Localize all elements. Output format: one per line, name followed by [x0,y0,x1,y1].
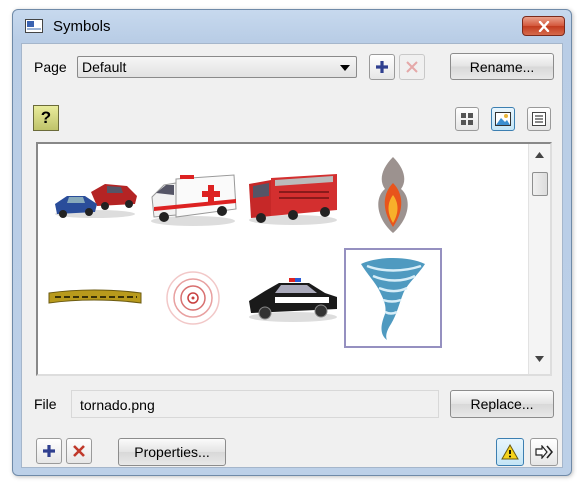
symbol-partial-2[interactable] [144,350,242,374]
thumbnail-view-icon [495,112,511,126]
grid-view-icon [461,113,473,125]
tornado-icon [361,258,425,340]
page-select[interactable]: Default [77,56,357,78]
help-button[interactable]: ? [33,105,59,131]
chevron-down-icon [340,65,350,71]
delete-page-button[interactable] [399,54,425,80]
fire-icon [378,157,408,233]
list-view-icon [532,112,546,126]
rename-label: Rename... [469,58,535,75]
window-title: Symbols [53,18,111,35]
window-icon [25,19,43,33]
police-car-icon [249,278,337,322]
forward-icon [535,445,553,459]
symbol-police-car[interactable] [244,248,342,348]
close-icon [538,20,549,32]
list-view-button[interactable] [527,107,551,131]
symbol-tornado[interactable] [344,248,442,348]
title-bar: Symbols [13,10,571,42]
add-symbol-button[interactable] [36,438,62,464]
replace-button[interactable]: Replace... [450,390,554,418]
warning-icon [501,444,519,460]
delete-symbol-button[interactable] [66,438,92,464]
vertical-scrollbar[interactable] [528,144,550,374]
page-select-value: Default [82,59,127,75]
symbol-gallery[interactable] [36,142,552,376]
caution-tape-icon [48,289,142,304]
x-icon [73,445,85,457]
warning-toggle-button[interactable] [496,438,524,466]
symbol-fire[interactable] [344,146,442,246]
close-button[interactable] [522,16,565,36]
thumbnail-view-button[interactable] [491,107,515,131]
symbol-fire-truck[interactable] [244,146,342,246]
symbol-ambulance[interactable] [144,146,242,246]
symbols-window: Symbols Page Default Rename... ? File to… [12,9,572,476]
symbol-radio-signal[interactable] [144,248,242,348]
scroll-up-icon[interactable] [535,152,544,158]
fire-truck-icon [249,174,337,225]
file-name-field: tornado.png [71,390,439,418]
add-page-button[interactable] [369,54,395,80]
crashed-cars-icon [55,184,137,218]
grid-view-button[interactable] [455,107,479,131]
rename-button[interactable]: Rename... [450,53,554,80]
scrollbar-thumb[interactable] [532,172,548,196]
file-label: File [34,396,57,412]
page-label: Page [34,59,67,75]
symbol-caution-tape[interactable] [46,248,144,348]
scroll-down-icon[interactable] [535,356,544,362]
plus-icon [43,445,55,457]
forward-button[interactable] [530,438,558,466]
radio-signal-icon [166,271,220,325]
replace-label: Replace... [470,396,534,412]
symbol-crashed-cars[interactable] [46,146,144,246]
dialog-body: Page Default Rename... ? File tornado.pn… [21,43,563,468]
x-icon [406,61,418,73]
properties-button[interactable]: Properties... [118,438,226,466]
question-icon: ? [40,108,52,127]
plus-icon [376,61,388,73]
properties-label: Properties... [134,444,210,460]
symbol-partial-1[interactable] [46,350,144,374]
ambulance-icon [151,174,237,226]
